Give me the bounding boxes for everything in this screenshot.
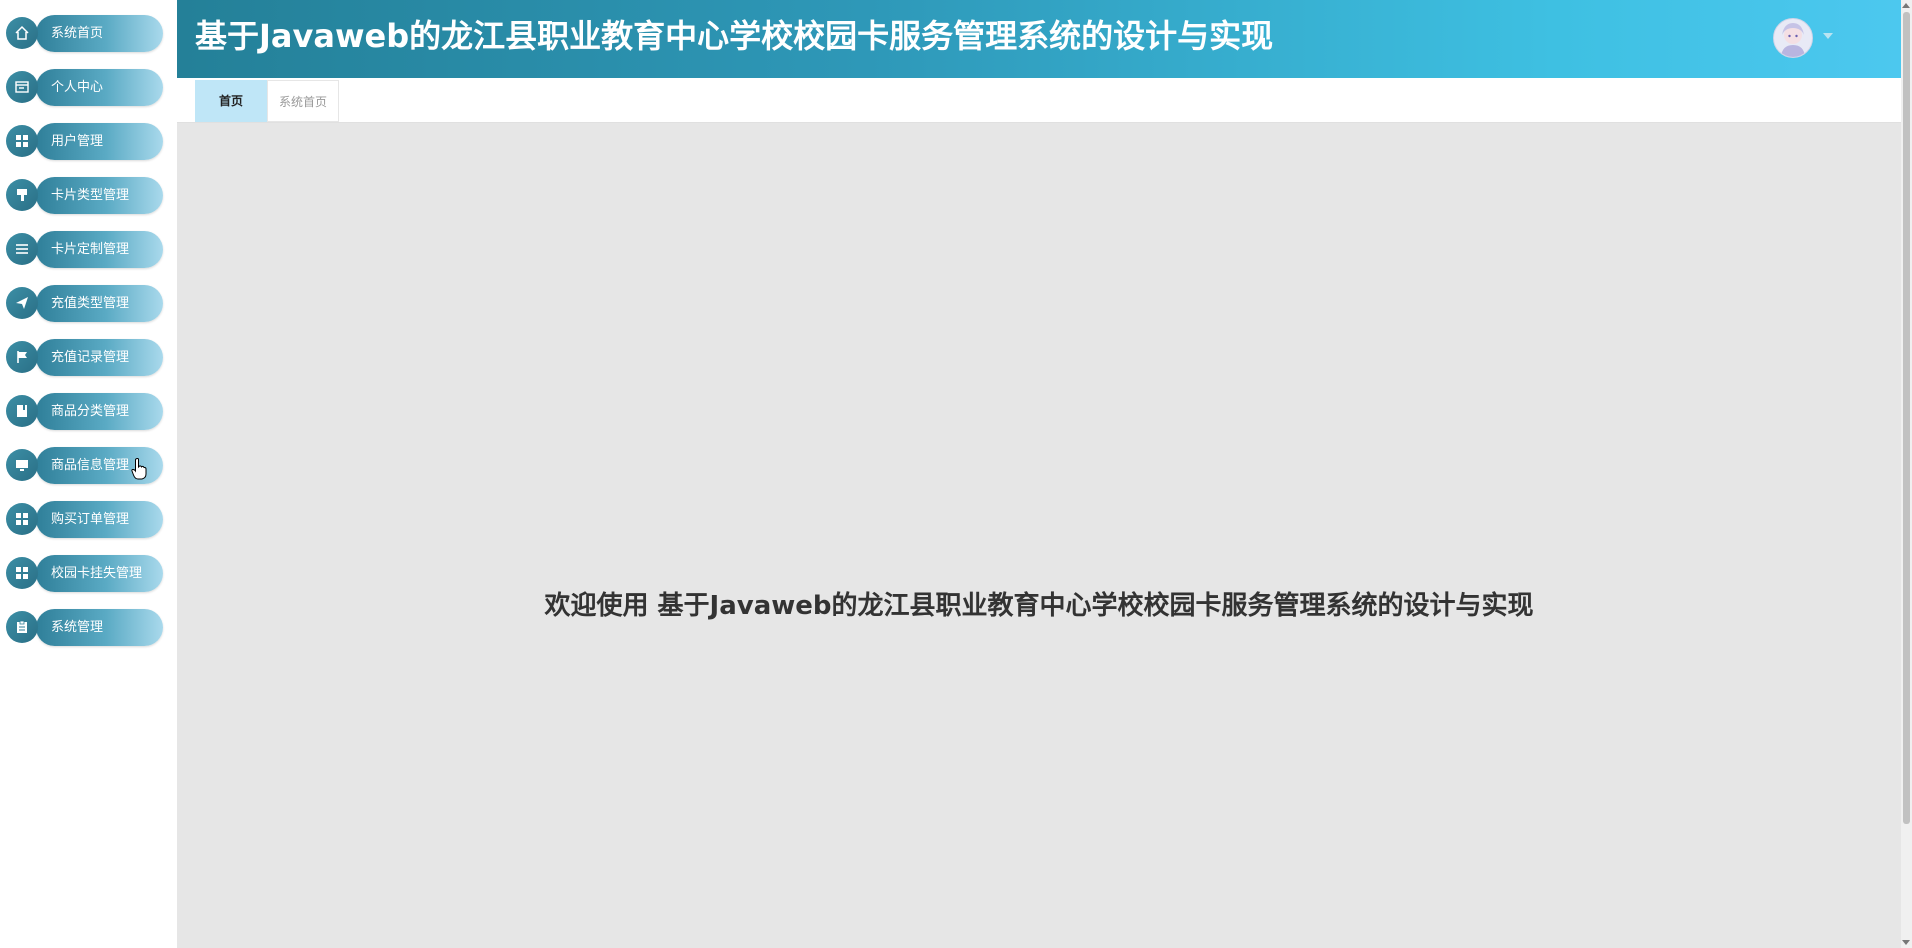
flag-icon xyxy=(6,341,38,373)
sidebar-item-card-loss-report[interactable]: 校园卡挂失管理 xyxy=(6,555,163,592)
welcome-message: 欢迎使用 基于Javaweb的龙江县职业教育中心学校校园卡服务管理系统的设计与实… xyxy=(544,591,1534,621)
sidebar-item-label: 个人中心 xyxy=(51,80,104,95)
scroll-down-arrow-icon[interactable] xyxy=(1902,940,1910,945)
sidebar-pill[interactable]: 卡片定制管理 xyxy=(36,231,163,268)
sidebar-item-label: 商品信息管理 xyxy=(51,458,130,473)
sidebar-pill[interactable]: 个人中心 xyxy=(36,69,163,106)
hand-pointer-cursor-icon xyxy=(131,458,147,480)
sidebar-pill[interactable]: 系统管理 xyxy=(36,609,163,646)
sidebar-item-purchase-orders[interactable]: 购买订单管理 xyxy=(6,501,163,538)
sidebar-item-label: 充值记录管理 xyxy=(51,350,130,365)
sidebar-item-recharge-records[interactable]: 充值记录管理 xyxy=(6,339,163,376)
caret-down-icon[interactable] xyxy=(1823,33,1833,39)
sidebar-item-label: 系统管理 xyxy=(51,620,104,635)
sidebar: 系统首页 个人中心 用户管理 卡片类型管理 卡片定制管理 充值类型管理 充值记录… xyxy=(0,0,177,948)
top-header: 基于Javaweb的龙江县职业教育中心学校校园卡服务管理系统的设计与实现 xyxy=(177,0,1901,78)
sidebar-pill[interactable]: 用户管理 xyxy=(36,123,163,160)
main-content: 欢迎使用 基于Javaweb的龙江县职业教育中心学校校园卡服务管理系统的设计与实… xyxy=(177,123,1901,948)
sidebar-item-users[interactable]: 用户管理 xyxy=(6,123,163,160)
monitor-icon xyxy=(6,449,38,481)
sidebar-item-label: 卡片定制管理 xyxy=(51,242,130,257)
sidebar-pill[interactable]: 购买订单管理 xyxy=(36,501,163,538)
tab-system-home[interactable]: 系统首页 xyxy=(267,80,339,122)
brush-icon xyxy=(6,179,38,211)
grid-icon xyxy=(6,557,38,589)
tab-home[interactable]: 首页 xyxy=(195,80,267,122)
grid-icon xyxy=(6,125,38,157)
sidebar-item-label: 校园卡挂失管理 xyxy=(51,566,143,581)
sidebar-item-system-management[interactable]: 系统管理 xyxy=(6,609,163,646)
list-icon xyxy=(6,233,38,265)
sidebar-item-label: 充值类型管理 xyxy=(51,296,130,311)
sidebar-pill[interactable]: 校园卡挂失管理 xyxy=(36,555,163,592)
profile-card-icon xyxy=(6,71,38,103)
user-avatar[interactable] xyxy=(1773,18,1813,58)
sidebar-item-label: 用户管理 xyxy=(51,134,104,149)
sidebar-item-profile[interactable]: 个人中心 xyxy=(6,69,163,106)
app-title: 基于Javaweb的龙江县职业教育中心学校校园卡服务管理系统的设计与实现 xyxy=(195,17,1274,55)
vertical-scrollbar[interactable] xyxy=(1901,0,1912,948)
sidebar-item-card-types[interactable]: 卡片类型管理 xyxy=(6,177,163,214)
sidebar-pill[interactable]: 商品分类管理 xyxy=(36,393,163,430)
sidebar-item-card-customization[interactable]: 卡片定制管理 xyxy=(6,231,163,268)
notebook-icon xyxy=(6,395,38,427)
sidebar-item-label: 商品分类管理 xyxy=(51,404,130,419)
paper-plane-icon xyxy=(6,287,38,319)
sidebar-item-product-categories[interactable]: 商品分类管理 xyxy=(6,393,163,430)
sidebar-pill[interactable]: 充值记录管理 xyxy=(36,339,163,376)
grid-icon xyxy=(6,503,38,535)
tab-bar: 首页 系统首页 xyxy=(177,78,1901,123)
sidebar-pill[interactable]: 卡片类型管理 xyxy=(36,177,163,214)
clipboard-icon xyxy=(6,611,38,643)
scroll-thumb[interactable] xyxy=(1903,12,1910,824)
home-icon xyxy=(6,17,38,49)
sidebar-item-label: 卡片类型管理 xyxy=(51,188,130,203)
sidebar-pill[interactable]: 充值类型管理 xyxy=(36,285,163,322)
sidebar-item-system-home[interactable]: 系统首页 xyxy=(6,15,163,52)
scroll-up-arrow-icon[interactable] xyxy=(1902,3,1910,8)
sidebar-pill[interactable]: 系统首页 xyxy=(36,15,163,52)
sidebar-item-recharge-types[interactable]: 充值类型管理 xyxy=(6,285,163,322)
sidebar-item-label: 系统首页 xyxy=(51,26,104,41)
sidebar-item-label: 购买订单管理 xyxy=(51,512,130,527)
